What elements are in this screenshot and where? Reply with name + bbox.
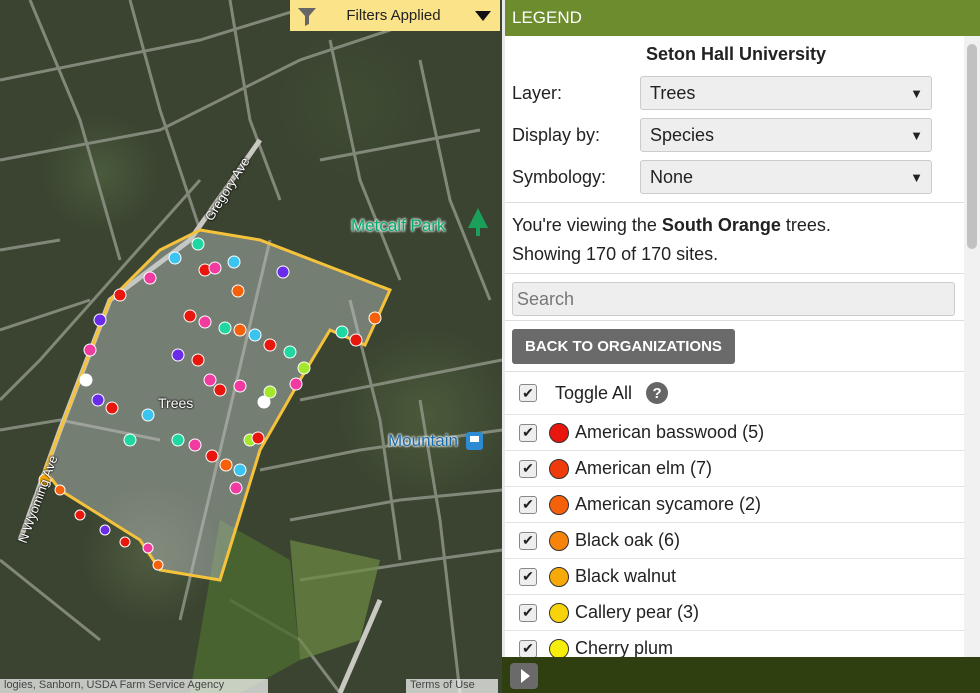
- back-button-wrap: BACK TO ORGANIZATIONS: [505, 321, 967, 371]
- symbology-row: Symbology: None ▼: [505, 156, 967, 198]
- search-input[interactable]: [512, 282, 955, 316]
- species-row[interactable]: ✔ Callery pear (3): [505, 594, 967, 630]
- filters-applied-label: Filters Applied: [346, 7, 441, 24]
- caret-down-icon: ▼: [910, 127, 923, 143]
- park-icon: [468, 208, 488, 228]
- species-row[interactable]: ✔ Black walnut: [505, 558, 967, 594]
- layer-row: Layer: Trees ▼: [505, 72, 967, 114]
- species-row[interactable]: ✔ Black oak (6): [505, 522, 967, 558]
- species-row[interactable]: ✔ American basswood (5): [505, 414, 967, 450]
- species-checkbox[interactable]: ✔: [519, 423, 537, 442]
- species-list: ✔ American basswood (5) ✔ American elm (7) ✔…: [505, 414, 967, 657]
- caret-down-icon: ▼: [910, 169, 923, 185]
- toggle-all-row: ✔ Toggle All ?: [505, 372, 967, 414]
- species-label: American elm (7): [575, 458, 713, 478]
- species-checkbox[interactable]: ✔: [519, 639, 537, 657]
- symbology-select[interactable]: None ▼: [640, 160, 932, 194]
- species-checkbox[interactable]: ✔: [519, 603, 537, 622]
- species-color-swatch: [549, 638, 569, 657]
- viewing-place: South Orange: [661, 215, 781, 235]
- terms-of-use-link[interactable]: Terms of Use: [406, 679, 498, 693]
- filters-applied-bar[interactable]: Filters Applied: [290, 0, 500, 31]
- species-label: American sycamore (2): [575, 494, 762, 514]
- toggle-all-label: Toggle All: [555, 382, 633, 403]
- search-wrap: [505, 274, 967, 320]
- viewing-suffix: trees.: [780, 215, 831, 235]
- scrollbar-thumb[interactable]: [967, 44, 977, 249]
- viewing-summary: You're viewing the South Orange trees. S…: [505, 203, 967, 273]
- help-icon[interactable]: ?: [646, 382, 669, 404]
- species-row[interactable]: ✔ Cherry plum: [505, 630, 967, 657]
- metcalf-park-label[interactable]: Metcalf Park: [351, 216, 445, 236]
- legend-scroll-area[interactable]: Seton Hall University Layer: Trees ▼ Dis…: [505, 36, 967, 657]
- chevron-down-icon[interactable]: [475, 10, 491, 21]
- legend-panel: LEGEND Seton Hall University Layer: Tree…: [502, 0, 980, 693]
- display-by-row: Display by: Species ▼: [505, 114, 967, 156]
- map-view[interactable]: Trees Metcalf Park Mountain Gregory Ave …: [0, 0, 502, 693]
- species-color-swatch: [549, 422, 569, 443]
- species-label: American basswood (5): [575, 422, 765, 442]
- species-label: Cherry plum: [575, 638, 674, 657]
- species-checkbox[interactable]: ✔: [519, 531, 537, 550]
- panel-footer: [502, 657, 980, 693]
- species-label: Black oak (6): [575, 530, 681, 550]
- species-color-swatch: [549, 566, 569, 587]
- expand-button[interactable]: [510, 663, 538, 689]
- species-color-swatch: [549, 458, 569, 479]
- layer-select-value: Trees: [650, 82, 696, 103]
- mountain-station-label[interactable]: Mountain: [388, 431, 458, 451]
- display-by-select-value: Species: [650, 124, 715, 145]
- map-attribution: logies, Sanborn, USDA Farm Service Agenc…: [0, 679, 268, 693]
- species-color-swatch: [549, 602, 569, 623]
- species-label: Callery pear (3): [575, 602, 700, 622]
- species-checkbox[interactable]: ✔: [519, 459, 537, 478]
- display-by-label: Display by:: [512, 124, 601, 145]
- species-color-swatch: [549, 494, 569, 515]
- species-checkbox[interactable]: ✔: [519, 495, 537, 514]
- species-row[interactable]: ✔ American sycamore (2): [505, 486, 967, 522]
- layer-label: Layer:: [512, 82, 563, 103]
- display-by-select[interactable]: Species ▼: [640, 118, 932, 152]
- layer-select[interactable]: Trees ▼: [640, 76, 932, 110]
- back-to-organizations-button[interactable]: BACK TO ORGANIZATIONS: [512, 329, 735, 364]
- organization-name: Seton Hall University: [645, 44, 827, 64]
- legend-header[interactable]: LEGEND: [505, 0, 980, 36]
- map-canvas[interactable]: [0, 0, 502, 693]
- viewing-prefix: You're viewing the: [512, 215, 662, 235]
- caret-down-icon: ▼: [910, 85, 923, 101]
- species-row[interactable]: ✔ American elm (7): [505, 450, 967, 486]
- species-color-swatch: [549, 530, 569, 551]
- symbology-select-value: None: [650, 166, 694, 187]
- species-label: Black walnut: [575, 566, 677, 586]
- toggle-all-checkbox[interactable]: ✔: [519, 384, 537, 402]
- scrollbar[interactable]: [964, 36, 980, 657]
- showing-count: Showing 170 of 170 sites.: [512, 244, 719, 264]
- play-arrow-icon: [521, 669, 530, 683]
- campus-label: Trees: [158, 395, 194, 411]
- species-checkbox[interactable]: ✔: [519, 567, 537, 586]
- symbology-label: Symbology:: [512, 166, 607, 187]
